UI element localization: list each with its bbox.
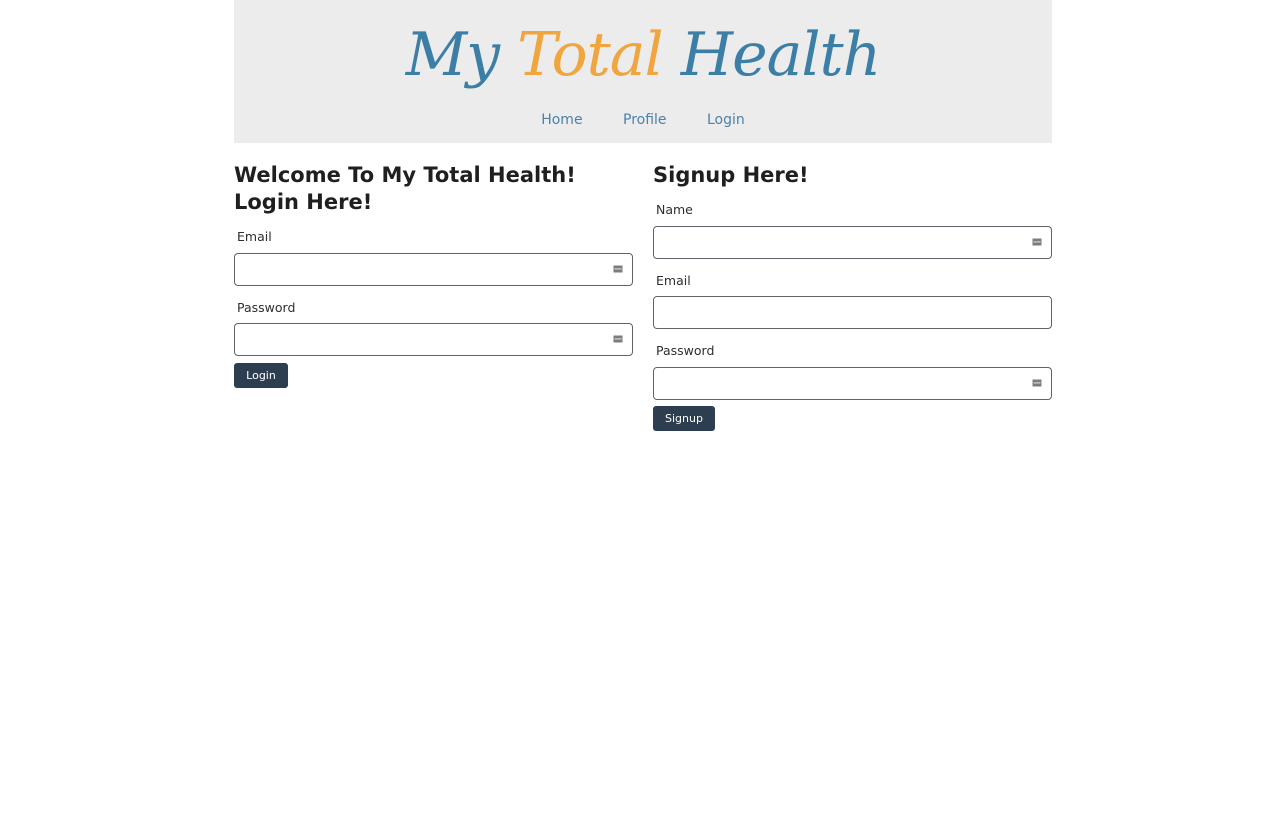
password-manager-key-icon[interactable]: [1032, 237, 1042, 247]
site-header: My Total Health Home Profile Login: [234, 0, 1052, 143]
signup-email-input[interactable]: [654, 297, 1014, 328]
signup-email-field: [653, 296, 1052, 329]
signup-heading: Signup Here!: [653, 163, 809, 187]
login-password-label: Password: [237, 300, 296, 315]
signup-name-input[interactable]: [654, 227, 1014, 258]
signup-password-field: [653, 367, 1052, 400]
logo-word-my: My: [405, 20, 500, 90]
signup-name-field: [653, 226, 1052, 259]
signup-password-input[interactable]: [654, 368, 1014, 399]
nav-login[interactable]: Login: [707, 109, 745, 131]
password-manager-key-icon[interactable]: [1032, 378, 1042, 388]
site-logo[interactable]: My Total Health: [234, 12, 1052, 98]
login-password-input[interactable]: [235, 324, 595, 355]
login-email-field: [234, 253, 633, 286]
nav-home[interactable]: Home: [541, 109, 582, 131]
login-heading: Welcome To My Total Health! Login Here!: [234, 163, 576, 214]
main-nav: Home Profile Login: [234, 109, 1052, 131]
login-email-label: Email: [237, 229, 272, 244]
login-password-field: [234, 323, 633, 356]
nav-profile[interactable]: Profile: [623, 109, 667, 131]
signup-password-label: Password: [656, 343, 715, 358]
logo-word-total: Total: [517, 20, 664, 90]
login-button[interactable]: Login: [234, 363, 288, 388]
login-email-input[interactable]: [235, 254, 595, 285]
signup-button[interactable]: Signup: [653, 406, 715, 431]
signup-email-label: Email: [656, 273, 691, 288]
password-manager-key-icon[interactable]: [613, 334, 623, 344]
signup-name-label: Name: [656, 202, 693, 217]
logo-word-health: Health: [680, 20, 882, 90]
password-manager-key-icon[interactable]: [613, 264, 623, 274]
